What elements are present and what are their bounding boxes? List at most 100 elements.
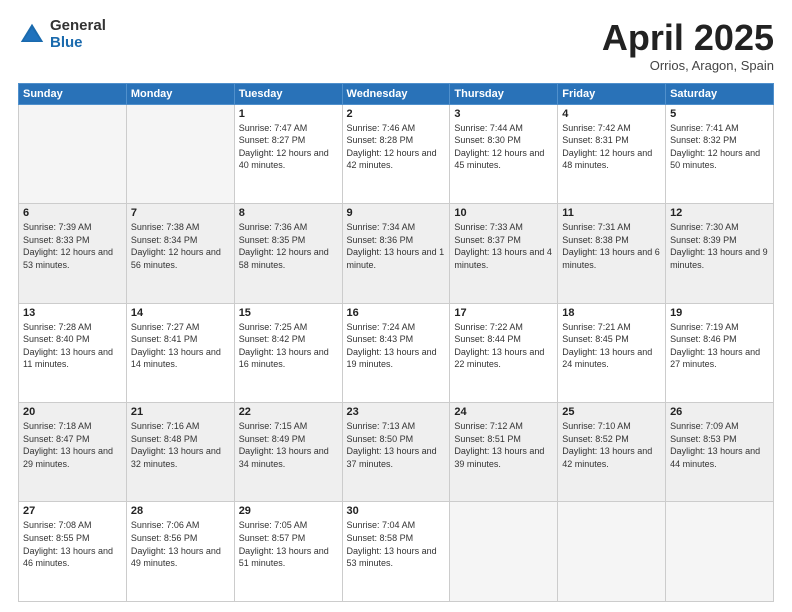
day-detail: Sunrise: 7:24 AMSunset: 8:43 PMDaylight:… [347, 322, 437, 370]
day-number: 16 [347, 307, 446, 319]
calendar-cell: 7 Sunrise: 7:38 AMSunset: 8:34 PMDaylight… [126, 204, 234, 303]
day-number: 12 [670, 207, 769, 219]
calendar-cell: 30Sunrise: 7:04 AMSunset: 8:58 PMDayligh… [342, 502, 450, 602]
day-detail: Sunrise: 7:46 AMSunset: 8:28 PMDaylight:… [347, 123, 437, 171]
month-title: April 2025 [602, 18, 774, 58]
day-detail: Sunrise: 7:28 AMSunset: 8:40 PMDaylight:… [23, 322, 113, 370]
logo-text: General Blue [50, 18, 106, 51]
calendar-cell: 3Sunrise: 7:44 AMSunset: 8:30 PMDaylight… [450, 104, 558, 203]
location-subtitle: Orrios, Aragon, Spain [602, 58, 774, 73]
day-number: 15 [239, 307, 338, 319]
day-detail: Sunrise: 7:36 AMSunset: 8:35 PMDaylight:… [239, 222, 329, 270]
calendar-cell: 2 Sunrise: 7:46 AMSunset: 8:28 PMDaylight… [342, 104, 450, 203]
logo: General Blue [18, 18, 106, 51]
day-header-sunday: Sunday [19, 83, 127, 104]
day-header-tuesday: Tuesday [234, 83, 342, 104]
day-detail: Sunrise: 7:34 AMSunset: 8:36 PMDaylight:… [347, 222, 445, 270]
header: General Blue April 2025 Orrios, Aragon, … [18, 18, 774, 73]
calendar-cell: 9Sunrise: 7:34 AMSunset: 8:36 PMDaylight… [342, 204, 450, 303]
calendar-cell: 8 Sunrise: 7:36 AMSunset: 8:35 PMDaylight… [234, 204, 342, 303]
calendar-cell: 10 Sunrise: 7:33 AMSunset: 8:37 PMDayligh… [450, 204, 558, 303]
day-header-monday: Monday [126, 83, 234, 104]
day-number: 7 [131, 207, 230, 219]
calendar-cell: 29 Sunrise: 7:05 AMSunset: 8:57 PMDayligh… [234, 502, 342, 602]
calendar-cell [450, 502, 558, 602]
calendar-cell [126, 104, 234, 203]
calendar-cell: 22 Sunrise: 7:15 AMSunset: 8:49 PMDayligh… [234, 403, 342, 502]
calendar-cell: 17 Sunrise: 7:22 AMSunset: 8:44 PMDayligh… [450, 303, 558, 402]
logo-icon [18, 21, 46, 49]
day-detail: Sunrise: 7:30 AMSunset: 8:39 PMDaylight:… [670, 222, 768, 270]
calendar-cell: 25Sunrise: 7:10 AMSunset: 8:52 PMDayligh… [558, 403, 666, 502]
calendar-cell: 12 Sunrise: 7:30 AMSunset: 8:39 PMDayligh… [666, 204, 774, 303]
day-number: 27 [23, 505, 122, 517]
day-detail: Sunrise: 7:10 AMSunset: 8:52 PMDaylight:… [562, 421, 652, 469]
day-header-thursday: Thursday [450, 83, 558, 104]
calendar-table: SundayMondayTuesdayWednesdayThursdayFrid… [18, 83, 774, 602]
day-detail: Sunrise: 7:04 AMSunset: 8:58 PMDaylight:… [347, 520, 437, 568]
day-detail: Sunrise: 7:27 AMSunset: 8:41 PMDaylight:… [131, 322, 221, 370]
day-detail: Sunrise: 7:41 AMSunset: 8:32 PMDaylight:… [670, 123, 760, 171]
day-detail: Sunrise: 7:05 AMSunset: 8:57 PMDaylight:… [239, 520, 329, 568]
day-detail: Sunrise: 7:21 AMSunset: 8:45 PMDaylight:… [562, 322, 652, 370]
day-header-wednesday: Wednesday [342, 83, 450, 104]
calendar-cell: 28Sunrise: 7:06 AMSunset: 8:56 PMDayligh… [126, 502, 234, 602]
logo-blue-text: Blue [50, 35, 106, 52]
day-header-saturday: Saturday [666, 83, 774, 104]
day-number: 18 [562, 307, 661, 319]
day-number: 11 [562, 207, 661, 219]
calendar-cell: 27Sunrise: 7:08 AMSunset: 8:55 PMDayligh… [19, 502, 127, 602]
calendar-cell: 5 Sunrise: 7:41 AMSunset: 8:32 PMDaylight… [666, 104, 774, 203]
day-detail: Sunrise: 7:18 AMSunset: 8:47 PMDaylight:… [23, 421, 113, 469]
calendar-cell: 15 Sunrise: 7:25 AMSunset: 8:42 PMDayligh… [234, 303, 342, 402]
day-number: 26 [670, 406, 769, 418]
day-number: 8 [239, 207, 338, 219]
calendar-cell: 18 Sunrise: 7:21 AMSunset: 8:45 PMDayligh… [558, 303, 666, 402]
calendar-cell [558, 502, 666, 602]
day-number: 5 [670, 108, 769, 120]
day-number: 21 [131, 406, 230, 418]
calendar-cell: 23Sunrise: 7:13 AMSunset: 8:50 PMDayligh… [342, 403, 450, 502]
day-number: 20 [23, 406, 122, 418]
day-number: 1 [239, 108, 338, 120]
day-number: 24 [454, 406, 553, 418]
calendar-cell: 21 Sunrise: 7:16 AMSunset: 8:48 PMDayligh… [126, 403, 234, 502]
page: General Blue April 2025 Orrios, Aragon, … [0, 0, 792, 612]
day-detail: Sunrise: 7:44 AMSunset: 8:30 PMDaylight:… [454, 123, 544, 171]
title-block: April 2025 Orrios, Aragon, Spain [602, 18, 774, 73]
calendar-cell: 6Sunrise: 7:39 AMSunset: 8:33 PMDaylight… [19, 204, 127, 303]
day-number: 2 [347, 108, 446, 120]
day-detail: Sunrise: 7:16 AMSunset: 8:48 PMDaylight:… [131, 421, 221, 469]
calendar-cell [666, 502, 774, 602]
day-number: 19 [670, 307, 769, 319]
day-detail: Sunrise: 7:06 AMSunset: 8:56 PMDaylight:… [131, 520, 221, 568]
day-number: 6 [23, 207, 122, 219]
day-header-friday: Friday [558, 83, 666, 104]
day-detail: Sunrise: 7:31 AMSunset: 8:38 PMDaylight:… [562, 222, 660, 270]
day-detail: Sunrise: 7:25 AMSunset: 8:42 PMDaylight:… [239, 322, 329, 370]
calendar-cell: 16 Sunrise: 7:24 AMSunset: 8:43 PMDayligh… [342, 303, 450, 402]
day-number: 17 [454, 307, 553, 319]
day-detail: Sunrise: 7:09 AMSunset: 8:53 PMDaylight:… [670, 421, 760, 469]
day-number: 13 [23, 307, 122, 319]
day-number: 10 [454, 207, 553, 219]
day-detail: Sunrise: 7:12 AMSunset: 8:51 PMDaylight:… [454, 421, 544, 469]
day-number: 29 [239, 505, 338, 517]
calendar-cell [19, 104, 127, 203]
day-detail: Sunrise: 7:42 AMSunset: 8:31 PMDaylight:… [562, 123, 652, 171]
calendar-cell: 24 Sunrise: 7:12 AMSunset: 8:51 PMDayligh… [450, 403, 558, 502]
day-detail: Sunrise: 7:19 AMSunset: 8:46 PMDaylight:… [670, 322, 760, 370]
day-detail: Sunrise: 7:33 AMSunset: 8:37 PMDaylight:… [454, 222, 552, 270]
day-detail: Sunrise: 7:47 AMSunset: 8:27 PMDaylight:… [239, 123, 329, 171]
calendar-cell: 11 Sunrise: 7:31 AMSunset: 8:38 PMDayligh… [558, 204, 666, 303]
calendar-cell: 4 Sunrise: 7:42 AMSunset: 8:31 PMDaylight… [558, 104, 666, 203]
day-detail: Sunrise: 7:15 AMSunset: 8:49 PMDaylight:… [239, 421, 329, 469]
calendar-cell: 26 Sunrise: 7:09 AMSunset: 8:53 PMDayligh… [666, 403, 774, 502]
day-number: 23 [347, 406, 446, 418]
day-detail: Sunrise: 7:22 AMSunset: 8:44 PMDaylight:… [454, 322, 544, 370]
day-number: 4 [562, 108, 661, 120]
calendar-cell: 1 Sunrise: 7:47 AMSunset: 8:27 PMDaylight… [234, 104, 342, 203]
calendar-cell: 19 Sunrise: 7:19 AMSunset: 8:46 PMDayligh… [666, 303, 774, 402]
day-number: 22 [239, 406, 338, 418]
day-detail: Sunrise: 7:38 AMSunset: 8:34 PMDaylight:… [131, 222, 221, 270]
